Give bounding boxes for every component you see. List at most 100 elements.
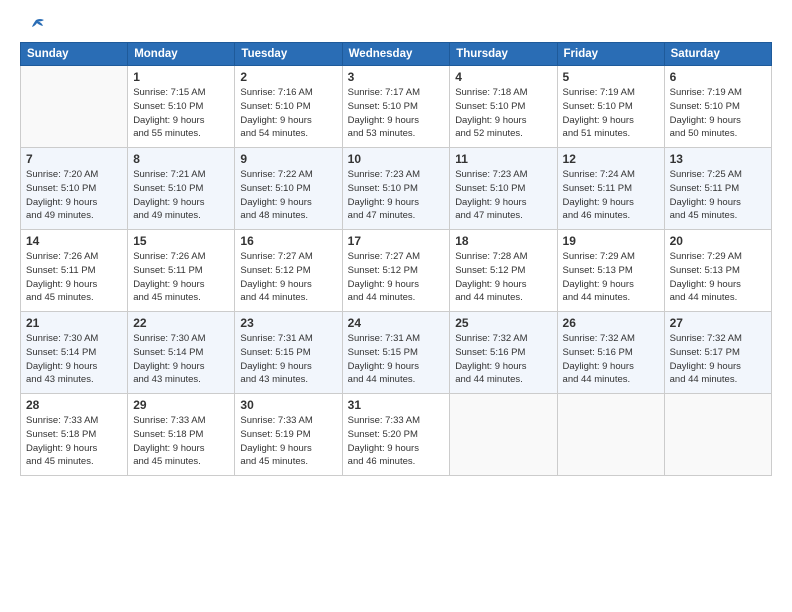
day-number: 22 (133, 316, 229, 330)
calendar-cell: 21Sunrise: 7:30 AMSunset: 5:14 PMDayligh… (21, 312, 128, 394)
day-info: Sunrise: 7:31 AMSunset: 5:15 PMDaylight:… (240, 332, 336, 387)
day-info: Sunrise: 7:18 AMSunset: 5:10 PMDaylight:… (455, 86, 551, 141)
day-number: 15 (133, 234, 229, 248)
day-info: Sunrise: 7:17 AMSunset: 5:10 PMDaylight:… (348, 86, 445, 141)
calendar-cell: 30 Sunrise: 7:33 AMSunset: 5:19 PMDayligh… (235, 394, 342, 476)
calendar-cell: 10 Sunrise: 7:23 AMSunset: 5:10 PMDayligh… (342, 148, 450, 230)
day-info: Sunrise: 7:33 AMSunset: 5:19 PMDaylight:… (240, 414, 336, 469)
calendar-cell: 22 Sunrise: 7:30 AMSunset: 5:14 PMDayligh… (128, 312, 235, 394)
calendar-week-4: 28 Sunrise: 7:33 AMSunset: 5:18 PMDayligh… (21, 394, 772, 476)
calendar-cell (450, 394, 557, 476)
calendar-cell: 1 Sunrise: 7:15 AMSunset: 5:10 PMDaylight… (128, 66, 235, 148)
calendar-cell: 4 Sunrise: 7:18 AMSunset: 5:10 PMDaylight… (450, 66, 557, 148)
calendar-week-0: 1 Sunrise: 7:15 AMSunset: 5:10 PMDaylight… (21, 66, 772, 148)
day-info: Sunrise: 7:31 AMSunset: 5:15 PMDaylight:… (348, 332, 445, 387)
day-number: 2 (240, 70, 336, 84)
calendar-cell: 13Sunrise: 7:25 AMSunset: 5:11 PMDayligh… (664, 148, 771, 230)
calendar-cell: 6Sunrise: 7:19 AMSunset: 5:10 PMDaylight… (664, 66, 771, 148)
day-info: Sunrise: 7:32 AMSunset: 5:16 PMDaylight:… (563, 332, 659, 387)
day-info: Sunrise: 7:28 AMSunset: 5:12 PMDaylight:… (455, 250, 551, 305)
calendar-cell: 29Sunrise: 7:33 AMSunset: 5:18 PMDayligh… (128, 394, 235, 476)
logo (20, 18, 44, 32)
calendar-cell: 23 Sunrise: 7:31 AMSunset: 5:15 PMDayligh… (235, 312, 342, 394)
weekday-header-monday: Monday (128, 43, 235, 66)
calendar-cell: 9 Sunrise: 7:22 AMSunset: 5:10 PMDaylight… (235, 148, 342, 230)
day-info: Sunrise: 7:19 AMSunset: 5:10 PMDaylight:… (563, 86, 659, 141)
calendar-cell: 15 Sunrise: 7:26 AMSunset: 5:11 PMDayligh… (128, 230, 235, 312)
calendar-cell: 14 Sunrise: 7:26 AMSunset: 5:11 PMDayligh… (21, 230, 128, 312)
weekday-header-thursday: Thursday (450, 43, 557, 66)
day-number: 7 (26, 152, 122, 166)
calendar-cell: 31 Sunrise: 7:33 AMSunset: 5:20 PMDayligh… (342, 394, 450, 476)
day-info: Sunrise: 7:27 AMSunset: 5:12 PMDaylight:… (240, 250, 336, 305)
calendar-cell (557, 394, 664, 476)
calendar-cell: 17 Sunrise: 7:27 AMSunset: 5:12 PMDayligh… (342, 230, 450, 312)
logo-bird-icon (22, 18, 44, 34)
day-number: 17 (348, 234, 445, 248)
day-number: 13 (670, 152, 766, 166)
calendar-cell (21, 66, 128, 148)
weekday-header-wednesday: Wednesday (342, 43, 450, 66)
calendar-cell: 11 Sunrise: 7:23 AMSunset: 5:10 PMDayligh… (450, 148, 557, 230)
day-info: Sunrise: 7:29 AMSunset: 5:13 PMDaylight:… (670, 250, 766, 305)
day-number: 19 (563, 234, 659, 248)
calendar-week-2: 14 Sunrise: 7:26 AMSunset: 5:11 PMDayligh… (21, 230, 772, 312)
calendar-cell (664, 394, 771, 476)
day-number: 4 (455, 70, 551, 84)
calendar-cell: 2Sunrise: 7:16 AMSunset: 5:10 PMDaylight… (235, 66, 342, 148)
day-info: Sunrise: 7:30 AMSunset: 5:14 PMDaylight:… (133, 332, 229, 387)
calendar-cell: 27 Sunrise: 7:32 AMSunset: 5:17 PMDayligh… (664, 312, 771, 394)
day-info: Sunrise: 7:20 AMSunset: 5:10 PMDaylight:… (26, 168, 122, 223)
day-info: Sunrise: 7:21 AMSunset: 5:10 PMDaylight:… (133, 168, 229, 223)
day-info: Sunrise: 7:26 AMSunset: 5:11 PMDaylight:… (26, 250, 122, 305)
day-info: Sunrise: 7:23 AMSunset: 5:10 PMDaylight:… (455, 168, 551, 223)
weekday-header-tuesday: Tuesday (235, 43, 342, 66)
day-number: 16 (240, 234, 336, 248)
calendar-cell: 26 Sunrise: 7:32 AMSunset: 5:16 PMDayligh… (557, 312, 664, 394)
day-info: Sunrise: 7:32 AMSunset: 5:17 PMDaylight:… (670, 332, 766, 387)
day-number: 1 (133, 70, 229, 84)
weekday-header-friday: Friday (557, 43, 664, 66)
day-number: 14 (26, 234, 122, 248)
day-number: 26 (563, 316, 659, 330)
day-info: Sunrise: 7:33 AMSunset: 5:20 PMDaylight:… (348, 414, 445, 469)
calendar-cell: 20 Sunrise: 7:29 AMSunset: 5:13 PMDayligh… (664, 230, 771, 312)
day-info: Sunrise: 7:26 AMSunset: 5:11 PMDaylight:… (133, 250, 229, 305)
calendar-week-1: 7 Sunrise: 7:20 AMSunset: 5:10 PMDaylight… (21, 148, 772, 230)
day-number: 9 (240, 152, 336, 166)
calendar-cell: 3Sunrise: 7:17 AMSunset: 5:10 PMDaylight… (342, 66, 450, 148)
header (20, 18, 772, 32)
day-number: 5 (563, 70, 659, 84)
calendar-cell: 24 Sunrise: 7:31 AMSunset: 5:15 PMDayligh… (342, 312, 450, 394)
day-info: Sunrise: 7:22 AMSunset: 5:10 PMDaylight:… (240, 168, 336, 223)
calendar-cell: 16 Sunrise: 7:27 AMSunset: 5:12 PMDayligh… (235, 230, 342, 312)
day-info: Sunrise: 7:29 AMSunset: 5:13 PMDaylight:… (563, 250, 659, 305)
calendar-cell: 18 Sunrise: 7:28 AMSunset: 5:12 PMDayligh… (450, 230, 557, 312)
day-info: Sunrise: 7:27 AMSunset: 5:12 PMDaylight:… (348, 250, 445, 305)
day-number: 24 (348, 316, 445, 330)
calendar-body: 1 Sunrise: 7:15 AMSunset: 5:10 PMDaylight… (21, 66, 772, 476)
day-number: 23 (240, 316, 336, 330)
day-info: Sunrise: 7:33 AMSunset: 5:18 PMDaylight:… (133, 414, 229, 469)
day-info: Sunrise: 7:33 AMSunset: 5:18 PMDaylight:… (26, 414, 122, 469)
day-number: 27 (670, 316, 766, 330)
day-number: 8 (133, 152, 229, 166)
day-number: 18 (455, 234, 551, 248)
day-info: Sunrise: 7:23 AMSunset: 5:10 PMDaylight:… (348, 168, 445, 223)
weekday-header-row: SundayMondayTuesdayWednesdayThursdayFrid… (21, 43, 772, 66)
day-info: Sunrise: 7:19 AMSunset: 5:10 PMDaylight:… (670, 86, 766, 141)
day-info: Sunrise: 7:15 AMSunset: 5:10 PMDaylight:… (133, 86, 229, 141)
day-number: 12 (563, 152, 659, 166)
day-number: 21 (26, 316, 122, 330)
calendar-cell: 12 Sunrise: 7:24 AMSunset: 5:11 PMDayligh… (557, 148, 664, 230)
day-info: Sunrise: 7:32 AMSunset: 5:16 PMDaylight:… (455, 332, 551, 387)
day-number: 10 (348, 152, 445, 166)
day-number: 20 (670, 234, 766, 248)
calendar-cell: 19 Sunrise: 7:29 AMSunset: 5:13 PMDayligh… (557, 230, 664, 312)
day-number: 28 (26, 398, 122, 412)
day-number: 11 (455, 152, 551, 166)
day-info: Sunrise: 7:24 AMSunset: 5:11 PMDaylight:… (563, 168, 659, 223)
day-number: 30 (240, 398, 336, 412)
calendar-cell: 7 Sunrise: 7:20 AMSunset: 5:10 PMDaylight… (21, 148, 128, 230)
day-number: 31 (348, 398, 445, 412)
